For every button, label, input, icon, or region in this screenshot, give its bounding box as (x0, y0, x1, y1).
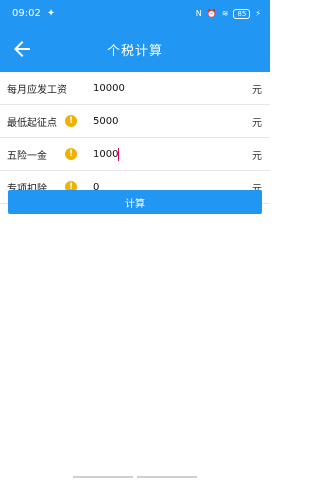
nfc-icon: N (195, 9, 202, 18)
row-insurance: 五险一金 ! 元 (0, 138, 270, 171)
page-title: 个税计算 (106, 44, 163, 59)
location-icon: ✦ (46, 8, 56, 19)
insurance-input[interactable] (93, 144, 233, 164)
wifi-icon: ≋ (221, 9, 229, 18)
unit-label: 元 (252, 150, 262, 162)
insurance-label: 五险一金 (7, 150, 47, 162)
charging-icon: ⚡ (255, 9, 261, 18)
battery-icon: 85 (233, 8, 251, 19)
monthly-salary-label: 每月应发工资 (7, 84, 67, 96)
monthly-salary-input[interactable] (93, 78, 233, 98)
gesture-segment (73, 476, 133, 478)
calculate-button[interactable]: 计算 (8, 190, 262, 214)
unit-label: 元 (252, 117, 262, 129)
row-monthly-salary: 每月应发工资 元 (0, 72, 270, 105)
gesture-segment (137, 476, 197, 478)
tax-form: 每月应发工资 元 最低起征点 ! 元 五险一金 ! 元 专项扣除 ! 元 (0, 72, 270, 204)
back-arrow-icon[interactable] (10, 37, 34, 61)
gesture-bar (0, 476, 270, 478)
status-time: 09:02 (12, 8, 41, 19)
status-bar: 09:02 ✦ N ⏰ ≋ 85 ⚡ (0, 0, 270, 27)
alarm-icon: ⏰ (206, 9, 217, 18)
unit-label: 元 (252, 84, 262, 96)
info-warning-icon[interactable]: ! (65, 115, 77, 127)
threshold-label: 最低起征点 (7, 117, 57, 129)
app-bar: 个税计算 (0, 27, 270, 72)
text-cursor (118, 148, 119, 161)
threshold-input[interactable] (93, 111, 233, 131)
info-warning-icon[interactable]: ! (65, 148, 77, 160)
row-threshold: 最低起征点 ! 元 (0, 105, 270, 138)
